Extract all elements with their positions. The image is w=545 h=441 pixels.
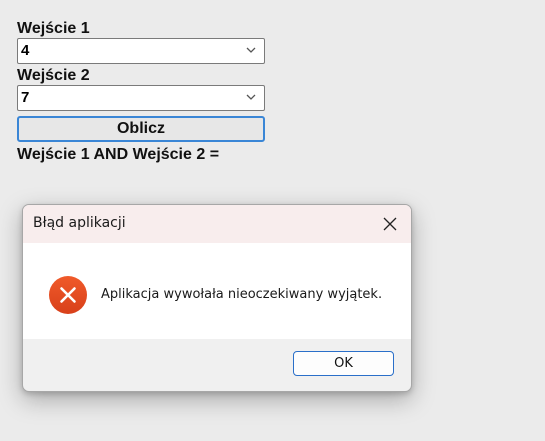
error-icon: [49, 276, 87, 314]
close-icon[interactable]: [377, 211, 403, 237]
input2-value: 7: [21, 89, 30, 106]
dialog-footer: OK: [23, 339, 411, 391]
calculate-button[interactable]: Oblicz: [17, 116, 265, 142]
input1-select[interactable]: 4: [17, 38, 265, 64]
chevron-down-icon: [246, 47, 256, 53]
main-form: Wejście 1 4 Wejście 2 7 Oblicz Wejście 1…: [17, 20, 267, 164]
dialog-content: Aplikacja wywołała nieoczekiwany wyjątek…: [23, 243, 411, 339]
input2-label: Wejście 2: [17, 67, 90, 84]
result-label: Wejście 1 AND Wejście 2 =: [17, 146, 220, 163]
input2-select[interactable]: 7: [17, 85, 265, 111]
chevron-down-icon: [246, 94, 256, 100]
input1-label: Wejście 1: [17, 20, 90, 37]
dialog-titlebar: Błąd aplikacji: [23, 205, 411, 243]
dialog-message: Aplikacja wywołała nieoczekiwany wyjątek…: [101, 287, 383, 302]
ok-button[interactable]: OK: [293, 351, 394, 376]
input1-value: 4: [21, 42, 30, 59]
dialog-title: Błąd aplikacji: [33, 215, 126, 231]
error-dialog: Błąd aplikacji Aplikacja wywołała nieocz…: [22, 204, 412, 392]
